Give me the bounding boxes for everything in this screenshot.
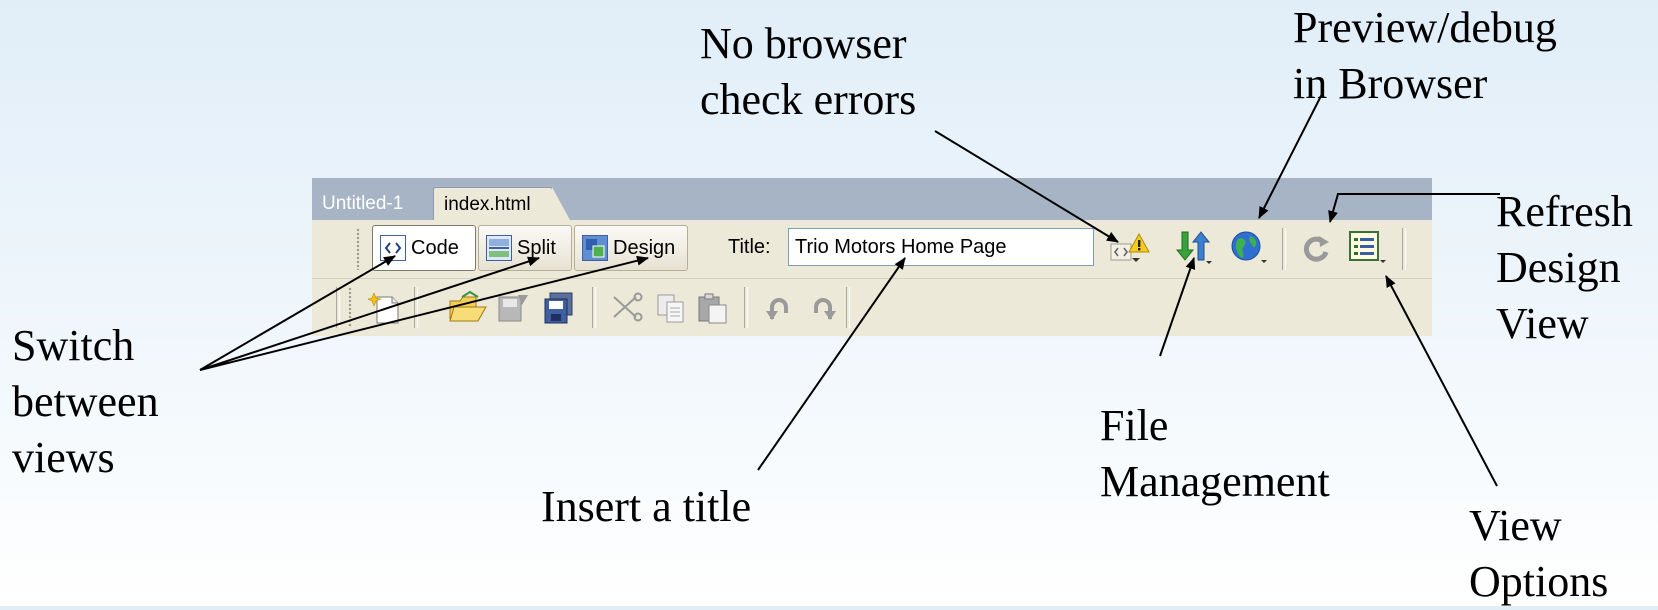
document-toolbar-row: Code Split Design Title:	[312, 220, 1432, 279]
callout-preview-debug: Preview/debug in Browser	[1293, 3, 1557, 108]
tab-untitled-1[interactable]: Untitled-1	[312, 187, 434, 220]
paste-icon[interactable]	[696, 291, 730, 325]
toolbar-grip[interactable]	[348, 287, 352, 328]
toolbar-separator	[744, 287, 748, 328]
document-toolbar: Untitled-1 index.html Code Split Design …	[312, 178, 1432, 336]
undo-icon[interactable]	[764, 293, 794, 323]
design-view-button[interactable]: Design	[574, 225, 688, 271]
save-all-icon[interactable]	[542, 291, 578, 325]
split-view-icon	[486, 235, 512, 261]
toolbar-separator	[1282, 228, 1286, 270]
design-view-icon	[582, 235, 608, 261]
toolbar-separator	[336, 287, 340, 328]
file-management-icon[interactable]	[1174, 230, 1214, 266]
view-options-icon[interactable]	[1348, 230, 1388, 266]
toolbar-separator	[414, 287, 418, 328]
preview-browser-globe-icon[interactable]	[1230, 230, 1270, 266]
copy-icon[interactable]	[654, 291, 688, 325]
refresh-design-view-icon[interactable]	[1300, 232, 1334, 266]
callout-switch-views: Switch between views	[12, 321, 159, 482]
toolbar-separator	[1402, 228, 1406, 270]
redo-icon[interactable]	[808, 293, 838, 323]
toolbar-separator	[846, 287, 850, 328]
document-title-input[interactable]	[788, 228, 1094, 266]
split-view-label: Split	[517, 236, 556, 259]
callout-refresh-design: Refresh Design View	[1496, 187, 1633, 348]
design-view-label: Design	[613, 236, 676, 259]
split-view-button[interactable]: Split	[478, 225, 572, 271]
browser-check-warning-icon[interactable]	[1109, 232, 1153, 266]
callout-no-browser-check: No browser check errors	[700, 19, 917, 124]
new-document-icon[interactable]	[367, 291, 404, 325]
code-view-icon	[380, 235, 406, 261]
code-view-button[interactable]: Code	[372, 225, 476, 271]
callout-file-management: File Management	[1100, 401, 1330, 506]
toolbar-grip[interactable]	[356, 228, 360, 270]
toolbar-separator	[592, 287, 596, 328]
standard-toolbar-row	[312, 279, 1432, 336]
title-label: Title:	[728, 236, 771, 258]
tab-index-html[interactable]: index.html	[433, 187, 570, 220]
code-view-label: Code	[411, 236, 459, 259]
open-folder-icon[interactable]	[448, 290, 488, 325]
callout-view-options: View Options	[1469, 501, 1609, 606]
save-file-icon[interactable]	[496, 291, 532, 325]
cut-icon[interactable]	[608, 291, 644, 325]
callout-insert-title: Insert a title	[541, 482, 752, 531]
document-tab-bar: Untitled-1 index.html	[312, 178, 1432, 220]
